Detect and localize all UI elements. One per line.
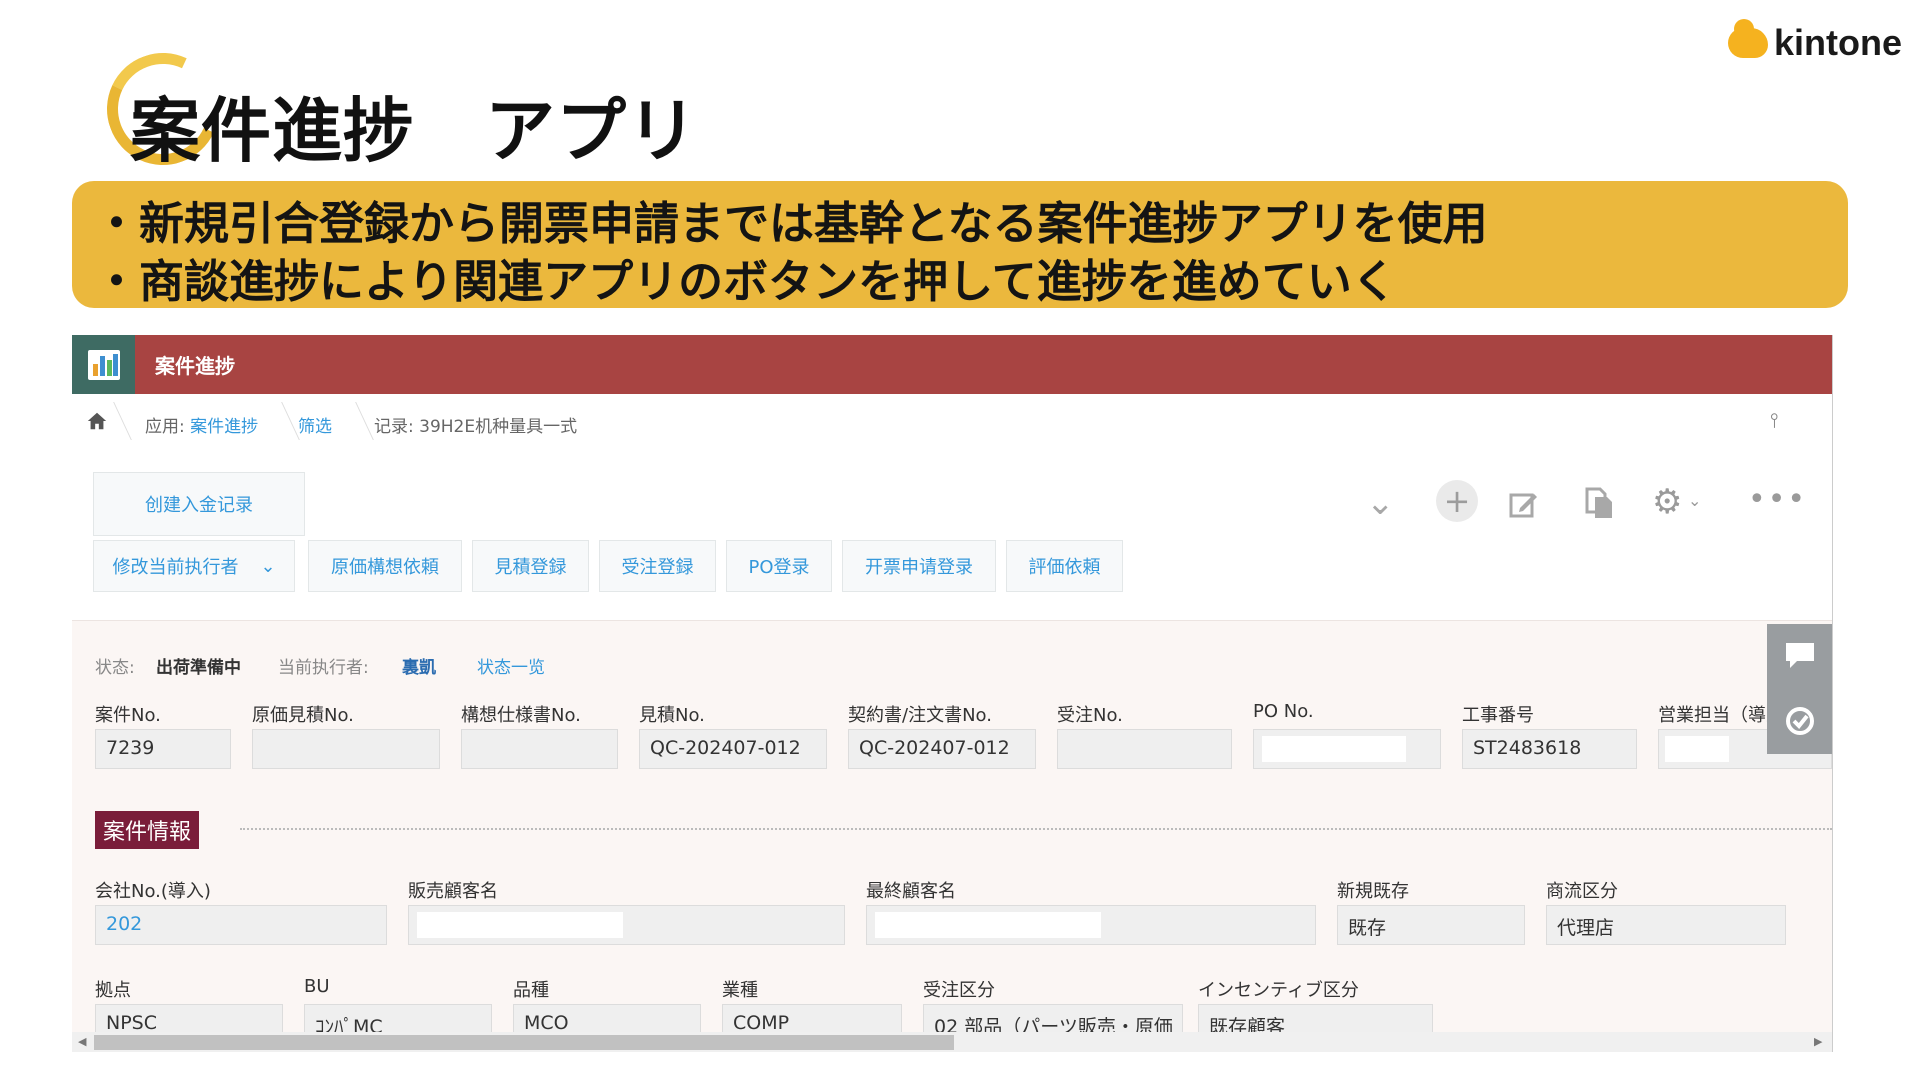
horizontal-scrollbar[interactable]: ◀ ▶ [72, 1032, 1832, 1052]
field-order-no [1057, 729, 1232, 769]
field-label: 見積No. [639, 705, 705, 726]
logo-text: kintone [1774, 22, 1903, 63]
field-label: 工事番号 [1462, 705, 1534, 726]
field-label: インセンティブ区分 [1198, 980, 1359, 1001]
create-payment-record-button[interactable]: 创建入金记录 [93, 472, 305, 536]
field-company-no[interactable]: 202 [95, 905, 387, 945]
breadcrumb-app-link[interactable]: 案件進捗 [190, 417, 258, 437]
app-name: 案件進捗 [155, 354, 235, 378]
field-po-no [1253, 729, 1441, 769]
assignee-link[interactable]: 裏凱 [402, 653, 436, 678]
breadcrumb-app-prefix: 应用: [145, 417, 191, 437]
breadcrumb-separator [333, 402, 374, 440]
field-cost-estimate-no [252, 729, 440, 769]
breadcrumb-filter-link[interactable]: 筛选 [298, 412, 332, 437]
field-new-existing: 既存 [1337, 905, 1525, 945]
chevron-down-icon: ⌄ [260, 555, 276, 577]
field-label: 構想仕様書No. [461, 705, 581, 726]
breadcrumb: 应用: 案件進捗 筛选 记录: 39H2E机种量具一式 ⫯ [72, 394, 1832, 451]
comment-icon[interactable] [1783, 640, 1817, 670]
history-icon[interactable] [1783, 704, 1817, 738]
chevron-down-icon[interactable]: ⌄ [1688, 491, 1701, 510]
change-assignee-dropdown[interactable]: 修改当前执行者 ⌄ [93, 540, 295, 592]
app-icon-button[interactable] [72, 335, 135, 394]
bullet-1: ・新規引合登録から開票申請までは基幹となる案件進捗アプリを使用 [94, 197, 1488, 250]
scrollbar-thumb[interactable] [94, 1035, 954, 1050]
redacted-box [417, 912, 623, 938]
field-quote-no: QC-202407-012 [639, 729, 827, 769]
pin-icon[interactable]: ⫯ [1770, 408, 1779, 432]
action-button-evaluation[interactable]: 評価依頼 [1006, 540, 1123, 592]
gear-icon[interactable]: ⚙ [1652, 482, 1682, 522]
duplicate-icon[interactable] [1584, 486, 1614, 520]
breadcrumb-record: 记录: 39H2E机种量具一式 [374, 417, 578, 437]
scroll-right-icon[interactable]: ▶ [1814, 1035, 1822, 1048]
action-button-quote[interactable]: 見積登録 [472, 540, 589, 592]
field-label: 最終顧客名 [866, 881, 956, 902]
field-label: 受注No. [1057, 705, 1123, 726]
assignee-label: 当前执行者: [278, 658, 369, 678]
redacted-box [875, 912, 1101, 938]
field-label: 商流区分 [1546, 881, 1618, 902]
status-label: 状态: [95, 658, 135, 678]
field-label: 販売顧客名 [408, 881, 498, 902]
record-toolbar: 创建入金记录 修改当前执行者 ⌄ 原価構想依頼 見積登録 受注登録 PO登录 开… [72, 450, 1832, 620]
redacted-box [1262, 736, 1406, 762]
field-end-customer [866, 905, 1316, 945]
more-options-icon[interactable]: ••• [1748, 482, 1807, 517]
summary-banner: ・新規引合登録から開票申請までは基幹となる案件進捗アプリを使用 ・商談進捗により… [72, 181, 1848, 308]
side-panel-tabs [1767, 624, 1832, 754]
field-case-no: 7239 [95, 729, 231, 769]
action-button-order[interactable]: 受注登録 [599, 540, 716, 592]
action-button-cost-request[interactable]: 原価構想依頼 [308, 540, 462, 592]
field-label: PO No. [1253, 701, 1314, 722]
field-label: 新規既存 [1337, 881, 1409, 902]
edit-icon[interactable] [1508, 488, 1540, 520]
breadcrumb-separator [259, 402, 300, 440]
bullet-2: ・商談進捗により関連アプリのボタンを押して進捗を進めていく [94, 255, 1397, 308]
field-label: 会社No.(導入) [95, 881, 211, 902]
status-history-link[interactable]: 状态一览 [477, 653, 545, 678]
action-button-po[interactable]: PO登录 [726, 540, 832, 592]
field-label: 品種 [513, 980, 549, 1001]
field-label: BU [304, 976, 330, 997]
kintone-window: 案件進捗 应用: 案件進捗 筛选 记录: 39H2E机种量具一式 ⫯ 创建入金记… [72, 335, 1833, 1052]
section-divider [240, 828, 1832, 830]
field-construction-no: ST2483618 [1462, 729, 1637, 769]
chevron-down-icon[interactable]: ⌄ [1366, 483, 1395, 523]
field-spec-no [461, 729, 618, 769]
field-contract-no: QC-202407-012 [848, 729, 1036, 769]
field-label: 業種 [722, 980, 758, 1001]
field-label: 営業担当（導入 [1658, 705, 1784, 726]
redacted-box [1665, 736, 1729, 762]
kintone-cloud-icon [1728, 19, 1768, 58]
field-sales-customer [408, 905, 845, 945]
field-label: 受注区分 [923, 980, 995, 1001]
status-value: 出荷準備中 [156, 658, 241, 678]
field-label: 拠点 [95, 980, 131, 1001]
change-assignee-label: 修改当前执行者 [112, 557, 239, 578]
field-label: 原価見積No. [252, 705, 354, 726]
app-header-bar: 案件進捗 [72, 335, 1832, 394]
slide-title: 案件進捗 アプリ [130, 90, 698, 172]
kintone-logo: kintone [1728, 19, 1903, 64]
field-label: 契約書/注文書No. [848, 705, 992, 726]
record-detail: 状态: 出荷準備中 当前执行者: 裏凱 状态一览 案件No. 7239 原価見積… [72, 620, 1832, 1052]
bar-chart-icon [87, 349, 120, 380]
add-record-button[interactable]: + [1436, 480, 1478, 522]
field-label: 案件No. [95, 705, 161, 726]
section-header: 案件情報 [95, 811, 200, 849]
scroll-left-icon[interactable]: ◀ [78, 1035, 86, 1048]
action-button-invoice[interactable]: 开票申请登录 [842, 540, 996, 592]
field-channel: 代理店 [1546, 905, 1786, 945]
breadcrumb-app: 应用: 案件進捗 [145, 412, 258, 437]
